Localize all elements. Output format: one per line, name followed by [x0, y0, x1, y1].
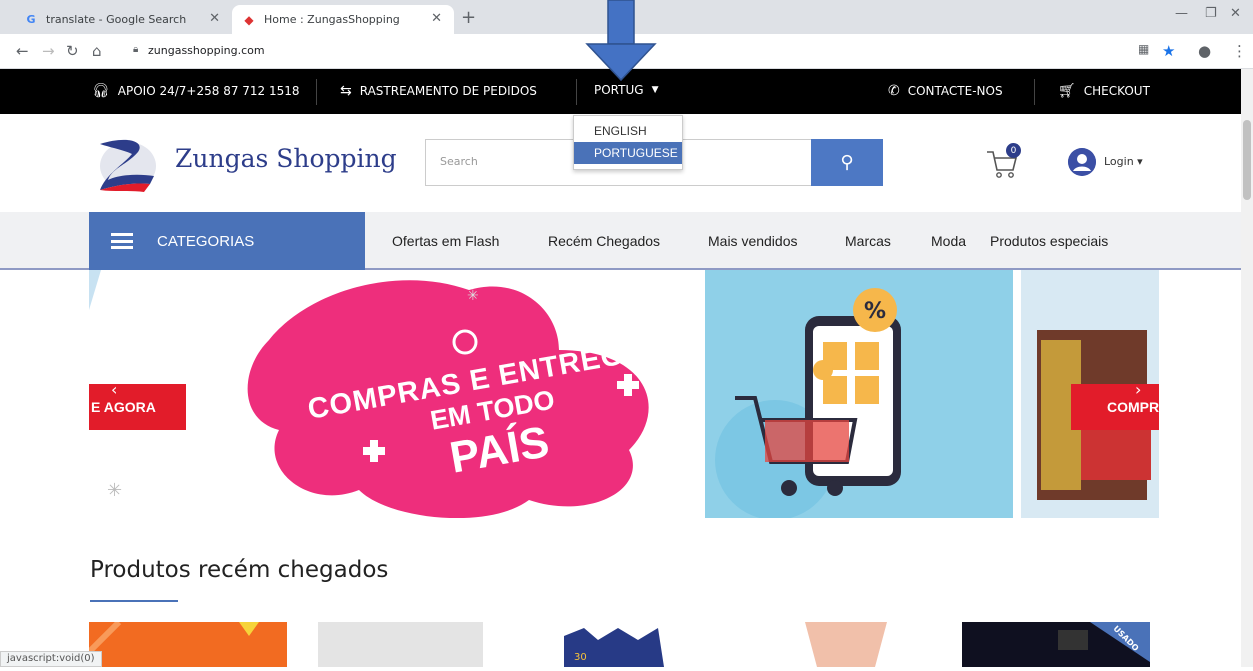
support-phone: 🎧︎ APOIO 24/7+258 87 712 1518: [92, 83, 300, 99]
svg-text:30: 30: [574, 652, 587, 663]
language-dropdown: ENGLISH PORTUGUESE: [573, 115, 683, 170]
zungas-favicon-icon: ◆: [244, 12, 254, 27]
order-tracking-link[interactable]: ⇆ RASTREAMENTO DE PEDIDOS: [340, 83, 537, 99]
cart-icon: 🛒︎: [1058, 83, 1076, 99]
nav-flash-offers[interactable]: Ofertas em Flash: [392, 233, 499, 249]
browser-tab-google[interactable]: G translate - Google Search ✕: [14, 5, 232, 34]
close-icon[interactable]: ✕: [209, 11, 220, 26]
hero-banner: ✳ ✳ COMPRAS E ENTREGAS EM TODO PAÍS % E …: [89, 270, 1159, 518]
menu-icon[interactable]: ⋮: [1232, 42, 1247, 60]
banner-right-button[interactable]: COMPR: [1071, 384, 1159, 430]
profile-icon[interactable]: ●: [1198, 42, 1211, 60]
reload-icon[interactable]: ↻: [66, 42, 79, 60]
categories-button[interactable]: CATEGORIAS: [89, 212, 365, 270]
phone-cart-illustration: %: [715, 288, 901, 518]
language-selector[interactable]: PORTUG ▼: [594, 83, 658, 97]
nav-best-sellers[interactable]: Mais vendidos: [708, 233, 798, 249]
translate-icon[interactable]: ▦: [1138, 42, 1149, 56]
close-icon[interactable]: ✕: [431, 11, 442, 26]
back-icon[interactable]: ←: [16, 42, 29, 60]
browser-tab-zungas[interactable]: ◆ Home : ZungasShopping ✕: [232, 5, 454, 34]
login-link[interactable]: Login ▾: [1104, 155, 1143, 168]
forward-icon[interactable]: →: [42, 42, 55, 60]
nav-fashion[interactable]: Moda: [931, 233, 966, 249]
bookmark-star-icon[interactable]: ★: [1162, 42, 1175, 60]
tab-title: translate - Google Search: [46, 13, 187, 26]
section-title: Produtos recém chegados: [90, 557, 389, 583]
banner-left-button[interactable]: E AGORA: [89, 384, 186, 430]
section-underline: [90, 600, 178, 602]
headset-icon: 🎧︎: [92, 83, 110, 99]
search-icon: ⚲: [840, 152, 854, 173]
annotation-arrow: [585, 0, 657, 82]
percent-badge: %: [864, 299, 886, 324]
product-thumbnail[interactable]: USADO: [962, 622, 1150, 667]
language-option-portuguese[interactable]: PORTUGUESE: [574, 142, 682, 164]
scrollbar-thumb[interactable]: [1243, 120, 1251, 200]
new-tab-icon[interactable]: +: [461, 7, 476, 28]
next-slide-icon[interactable]: ›: [1135, 380, 1141, 399]
nav-new-arrivals[interactable]: Recém Chegados: [548, 233, 660, 249]
checkout-link[interactable]: 🛒︎ CHECKOUT: [1058, 83, 1150, 99]
home-icon[interactable]: ⌂: [92, 42, 102, 60]
phone-icon: ✆: [888, 83, 900, 99]
product-thumbnail[interactable]: [86, 619, 287, 667]
product-thumbnail[interactable]: [318, 622, 483, 667]
minimize-icon[interactable]: —: [1175, 6, 1188, 21]
tab-title: Home : ZungasShopping: [264, 13, 400, 26]
caret-down-icon: ▼: [651, 85, 659, 95]
svg-text:✳: ✳: [467, 288, 479, 304]
prev-slide-icon[interactable]: ‹: [111, 380, 117, 399]
product-thumbnail[interactable]: [777, 622, 915, 667]
user-icon[interactable]: [1068, 148, 1096, 176]
contact-link[interactable]: ✆ CONTACTE-NOS: [888, 83, 1003, 99]
truck-icon: ⇆: [340, 83, 352, 99]
main-nav: CATEGORIAS Ofertas em Flash Recém Chegad…: [0, 212, 1253, 270]
zungas-logo-icon[interactable]: [94, 134, 160, 194]
url-field[interactable]: zungasshopping.com: [148, 44, 265, 57]
nav-special-products[interactable]: Produtos especiais: [990, 233, 1108, 249]
logo-text[interactable]: Zungas Shopping: [175, 144, 397, 173]
product-thumbnail[interactable]: 30: [558, 622, 670, 667]
browser-status-text: javascript:void(0): [0, 651, 102, 667]
banner-slide: ✳ ✳ COMPRAS E ENTREGAS EM TODO PAÍS %: [89, 270, 1013, 518]
banner-phone-art: %: [705, 270, 1013, 518]
restore-icon[interactable]: ❐: [1205, 6, 1217, 21]
window-close-icon[interactable]: ✕: [1230, 6, 1241, 21]
search-button[interactable]: ⚲: [811, 139, 883, 186]
nav-brands[interactable]: Marcas: [845, 233, 891, 249]
google-favicon-icon: G: [26, 13, 36, 26]
cart-count-badge: 0: [1006, 143, 1021, 158]
language-option-english[interactable]: ENGLISH: [574, 120, 682, 142]
hamburger-icon: [111, 233, 133, 249]
svg-text:✳: ✳: [107, 480, 122, 501]
lock-icon: 🔒︎: [133, 44, 139, 55]
